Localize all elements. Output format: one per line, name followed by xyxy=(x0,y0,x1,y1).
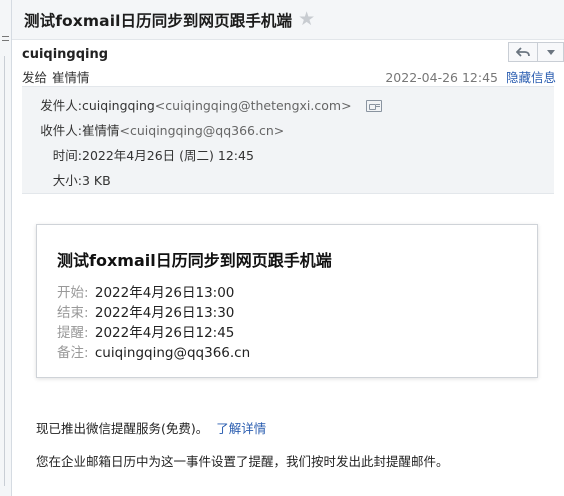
detail-size-row: 大小: 3 KB xyxy=(22,168,554,193)
event-start-value: 2022年4月26日13:00 xyxy=(94,285,235,301)
sender-row: cuiqingqing 发给 崔情情 2022-04-26 12:45 隐藏信息 xyxy=(12,40,564,86)
from-name[interactable]: cuiqingqing xyxy=(82,93,155,118)
detail-to-row: 收件人: 崔情情 <cuiqingqing@qq366.cn> xyxy=(22,118,554,143)
event-note-value: cuiqingqing@qq366.cn xyxy=(94,345,251,361)
sendto-label: 发给 xyxy=(22,70,48,85)
size-value: 3 KB xyxy=(82,173,111,188)
event-note-row: 备注: cuiqingqing@qq366.cn xyxy=(57,343,537,363)
detail-time-row: 时间: 2022年4月26日 (周二) 12:45 xyxy=(22,143,554,168)
mail-view: 测试foxmail日历同步到网页跟手机端 ★ cuiqingqing 发给 崔情情 xyxy=(12,0,564,496)
size-label: 大小: xyxy=(52,173,82,188)
event-field-label: 提醒: xyxy=(57,325,89,341)
event-start-row: 开始: 2022年4月26日13:00 xyxy=(57,283,537,303)
reply-button-group xyxy=(508,42,564,62)
subject-bar: 测试foxmail日历同步到网页跟手机端 ★ xyxy=(12,0,564,40)
event-field-label: 开始: xyxy=(57,285,89,301)
recipient-name[interactable]: 崔情情 xyxy=(52,70,90,85)
learn-more-link[interactable]: 了解详情 xyxy=(216,421,266,436)
from-address[interactable]: <cuiqingqing@thetengxi.com> xyxy=(155,93,352,118)
event-field-label: 结束: xyxy=(57,305,89,321)
from-label: 发件人: xyxy=(40,98,82,113)
to-label: 收件人: xyxy=(40,123,82,138)
calendar-event-card: 测试foxmail日历同步到网页跟手机端 开始: 2022年4月26日13:00… xyxy=(36,224,538,378)
gutter-rail xyxy=(4,56,5,486)
to-address[interactable]: <cuiqingqing@qq366.cn> xyxy=(120,118,285,143)
event-end-value: 2022年4月26日13:30 xyxy=(94,305,235,321)
event-end-row: 结束: 2022年4月26日13:30 xyxy=(57,303,537,323)
left-gutter xyxy=(0,0,12,496)
hide-details-link[interactable]: 隐藏信息 xyxy=(506,70,556,85)
time-value: 2022年4月26日 (周二) 12:45 xyxy=(82,148,254,163)
detail-from-row: 发件人: cuiqingqing <cuiqingqing@thetengxi.… xyxy=(22,93,554,118)
reply-icon xyxy=(516,46,530,57)
mail-subject: 测试foxmail日历同步到网页跟手机端 xyxy=(24,11,293,30)
event-field-label: 备注: xyxy=(57,345,89,361)
sendto-line: 发给 崔情情 xyxy=(22,67,95,86)
reply-button[interactable] xyxy=(508,42,538,62)
wechat-notice-text: 现已推出微信提醒服务(免费)。 xyxy=(36,421,209,436)
contact-card-icon[interactable] xyxy=(365,100,382,112)
gutter-tick xyxy=(2,40,9,41)
chevron-down-icon xyxy=(546,49,555,55)
mail-details-panel: 发件人: cuiqingqing <cuiqingqing@thetengxi.… xyxy=(22,86,554,194)
sender-name[interactable]: cuiqingqing xyxy=(22,47,108,62)
to-name[interactable]: 崔情情 xyxy=(82,118,120,143)
time-label: 时间: xyxy=(52,148,82,163)
mail-reader-window: 测试foxmail日历同步到网页跟手机端 ★ cuiqingqing 发给 崔情情 xyxy=(0,0,564,496)
event-reminder-row: 提醒: 2022年4月26日12:45 xyxy=(57,323,537,343)
reminder-footer-text: 您在企业邮箱日历中为这一事件设置了提醒，我们按时发出此封提醒邮件。 xyxy=(36,454,449,469)
gutter-tick xyxy=(2,36,9,37)
mail-meta: 2022-04-26 12:45 隐藏信息 xyxy=(385,67,556,86)
more-actions-button[interactable] xyxy=(538,42,564,62)
event-reminder-value: 2022年4月26日12:45 xyxy=(94,325,235,341)
star-icon[interactable]: ★ xyxy=(298,10,315,29)
event-title: 测试foxmail日历同步到网页跟手机端 xyxy=(57,251,332,270)
send-time: 2022-04-26 12:45 xyxy=(385,70,498,85)
wechat-notice: 现已推出微信提醒服务(免费)。 了解详情 xyxy=(36,418,266,437)
